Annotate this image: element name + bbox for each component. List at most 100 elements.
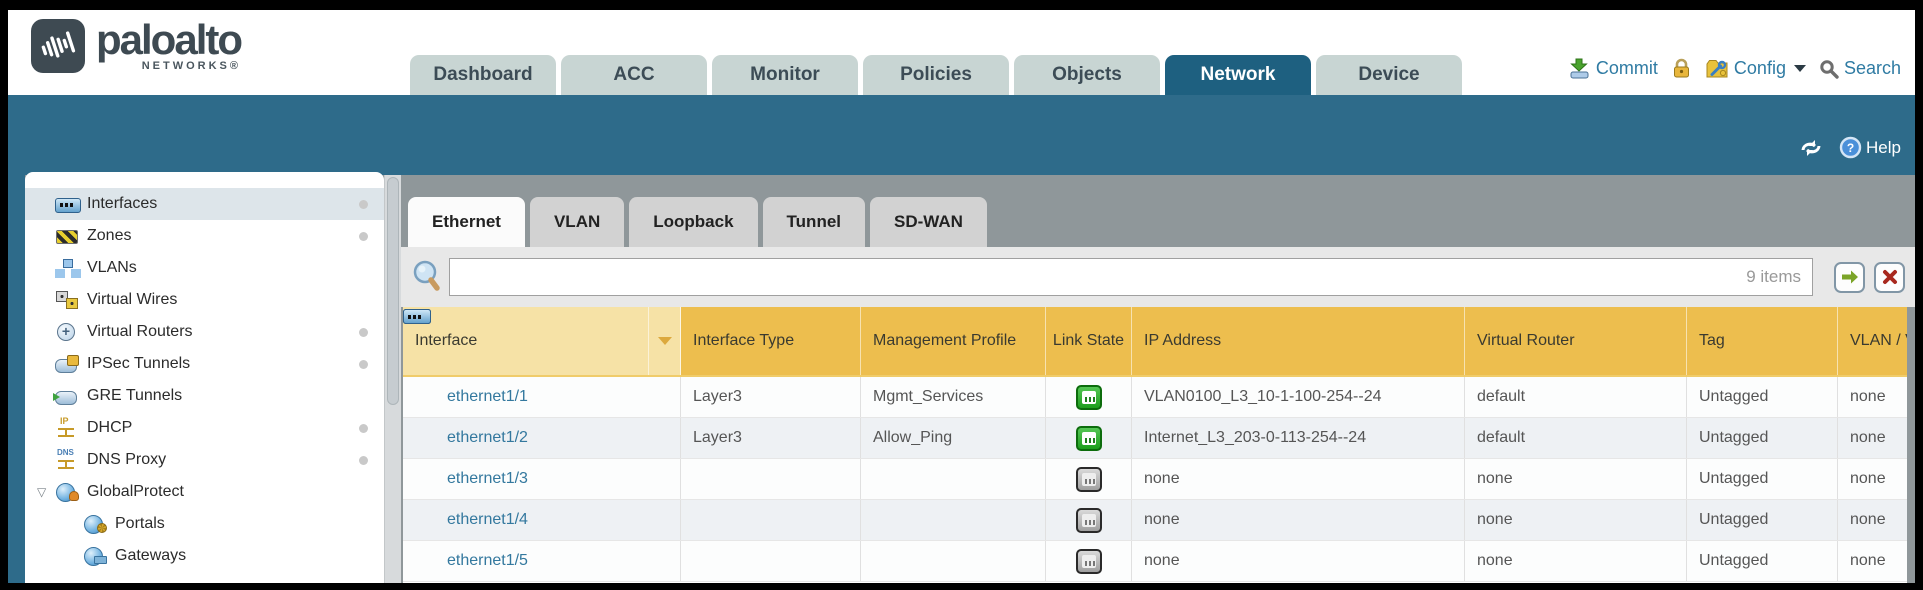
cell-vlan-virtual-wire: none <box>1838 459 1907 499</box>
tab-tunnel[interactable]: Tunnel <box>763 197 865 247</box>
table-row[interactable]: ethernet1/2Layer3Allow_PingInternet_L3_2… <box>403 418 1907 459</box>
clear-filter-button[interactable] <box>1874 262 1905 293</box>
tab-policies[interactable]: Policies <box>863 55 1009 95</box>
sidebar-item-globalprotect[interactable]: ▽ GlobalProtect <box>25 476 384 508</box>
sidebar-item-virtual-routers[interactable]: Virtual Routers <box>25 316 384 348</box>
interface-link[interactable]: ethernet1/5 <box>415 552 528 570</box>
paloalto-logo: paloalto NETWORKS® <box>30 18 241 74</box>
cell-link-state <box>1046 500 1132 540</box>
interface-link[interactable]: ethernet1/2 <box>415 429 528 447</box>
sidebar-item-label: GlobalProtect <box>87 483 184 501</box>
cell-link-state <box>1046 459 1132 499</box>
cell-management-profile: Allow_Ping <box>861 418 1046 458</box>
sidebar-item-label: DHCP <box>87 419 132 437</box>
svg-text:?: ? <box>1847 141 1854 155</box>
cell-interface: ethernet1/5 <box>403 541 681 581</box>
cell-interface: ethernet1/3 <box>403 459 681 499</box>
table-row[interactable]: ethernet1/3nonenoneUntaggednone <box>403 459 1907 500</box>
column-header-virtual-router[interactable]: Virtual Router <box>1465 307 1687 375</box>
interface-link[interactable]: ethernet1/3 <box>415 470 528 488</box>
sidebar-item-ipsec-tunnels[interactable]: IPSec Tunnels <box>25 348 384 380</box>
cell-interface-type: Layer3 <box>681 377 861 417</box>
column-header-interface-type[interactable]: Interface Type <box>681 307 861 375</box>
help-label: Help <box>1866 138 1901 158</box>
lock-button[interactable] <box>1671 58 1692 79</box>
sidebar-item-gateways[interactable]: Gateways <box>25 540 384 572</box>
globalprotect-icon <box>55 483 79 501</box>
sidebar-item-gre-tunnels[interactable]: GRE Tunnels <box>25 380 384 412</box>
tab-dashboard[interactable]: Dashboard <box>410 55 556 95</box>
sort-arrow-icon <box>658 337 672 345</box>
interface-link[interactable]: ethernet1/1 <box>415 388 528 406</box>
sidebar-item-dns-proxy[interactable]: DNS Proxy <box>25 444 384 476</box>
cell-management-profile <box>861 541 1046 581</box>
expander-icon[interactable]: ▽ <box>37 485 55 499</box>
sort-menu-cell[interactable] <box>649 307 681 375</box>
gateways-icon <box>83 547 107 565</box>
table-row[interactable]: ethernet1/5nonenoneUntaggednone <box>403 541 1907 582</box>
table-row[interactable]: ethernet1/1Layer3Mgmt_ServicesVLAN0100_L… <box>403 377 1907 418</box>
column-header-tag[interactable]: Tag <box>1687 307 1838 375</box>
sidebar-item-interfaces[interactable]: Interfaces <box>25 188 384 220</box>
tab-ethernet[interactable]: Ethernet <box>408 197 525 247</box>
cell-interface-type <box>681 541 861 581</box>
scrollbar-thumb[interactable] <box>387 177 399 405</box>
zones-icon <box>55 227 79 245</box>
config-menu[interactable]: Config <box>1705 58 1806 79</box>
sidebar-item-virtual-wires[interactable]: Virtual Wires <box>25 284 384 316</box>
tab-monitor[interactable]: Monitor <box>712 55 858 95</box>
utility-bar: Commit Config <box>1568 58 1901 79</box>
vlans-icon <box>55 259 79 277</box>
tab-acc[interactable]: ACC <box>561 55 707 95</box>
portals-icon <box>83 515 107 533</box>
table-header: Interface Interface TypeManagement Profil… <box>403 307 1907 377</box>
refresh-icon <box>1799 138 1823 158</box>
search-button[interactable]: Search <box>1819 58 1901 79</box>
tab-sd-wan[interactable]: SD-WAN <box>870 197 987 247</box>
link-state-down-icon <box>1076 467 1102 492</box>
help-button[interactable]: ? Help <box>1839 136 1901 159</box>
sidebar-item-portals[interactable]: Portals <box>25 508 384 540</box>
interface-name: ethernet1/2 <box>447 429 528 447</box>
green-arrow-icon <box>1841 269 1859 285</box>
cell-link-state <box>1046 418 1132 458</box>
column-header-link-state[interactable]: Link State <box>1046 307 1132 375</box>
column-header-ip-address[interactable]: IP Address <box>1132 307 1465 375</box>
cell-virtual-router: none <box>1465 500 1687 540</box>
commit-icon <box>1568 58 1591 79</box>
tab-loopback[interactable]: Loopback <box>629 197 757 247</box>
filter-input[interactable] <box>449 258 1813 296</box>
cell-virtual-router: none <box>1465 459 1687 499</box>
sidebar-scrollbar[interactable] <box>384 175 401 583</box>
table-row[interactable]: ethernet1/4nonenoneUntaggednone <box>403 500 1907 541</box>
main-nav-tabs: DashboardACCMonitorPoliciesObjectsNetwor… <box>410 55 1462 95</box>
column-header-interface[interactable]: Interface <box>403 307 649 375</box>
sidebar-item-vlans[interactable]: VLANs <box>25 252 384 284</box>
status-dot <box>359 360 368 369</box>
cell-ip-address: none <box>1132 541 1465 581</box>
teal-toolbar: ? Help <box>8 95 1915 175</box>
status-dot <box>359 328 368 337</box>
tab-device[interactable]: Device <box>1316 55 1462 95</box>
tab-vlan[interactable]: VLAN <box>530 197 624 247</box>
interface-link[interactable]: ethernet1/4 <box>415 511 528 529</box>
commit-button[interactable]: Commit <box>1568 58 1658 79</box>
search-label: Search <box>1844 58 1901 79</box>
sidebar: InterfacesZonesVLANsVirtual WiresVirtual… <box>25 172 384 583</box>
column-header-management-profile[interactable]: Management Profile <box>861 307 1046 375</box>
config-icon <box>1705 58 1729 79</box>
sidebar-item-zones[interactable]: Zones <box>25 220 384 252</box>
cell-interface: ethernet1/4 <box>403 500 681 540</box>
red-x-icon <box>1882 269 1898 285</box>
apply-filter-button[interactable] <box>1834 262 1865 293</box>
tab-network[interactable]: Network <box>1165 55 1311 95</box>
ethernet-port-icon <box>415 512 441 528</box>
refresh-button[interactable] <box>1799 138 1823 158</box>
filter-search-icon[interactable] <box>409 259 443 295</box>
sidebar-item-dhcp[interactable]: DHCP <box>25 412 384 444</box>
tab-objects[interactable]: Objects <box>1014 55 1160 95</box>
sidebar-item-label: GRE Tunnels <box>87 387 182 405</box>
interface-name: ethernet1/4 <box>447 511 528 529</box>
cell-virtual-router: none <box>1465 541 1687 581</box>
column-header-vlan-virtual-wire[interactable]: VLAN / Virtual Wire <box>1838 307 1907 375</box>
